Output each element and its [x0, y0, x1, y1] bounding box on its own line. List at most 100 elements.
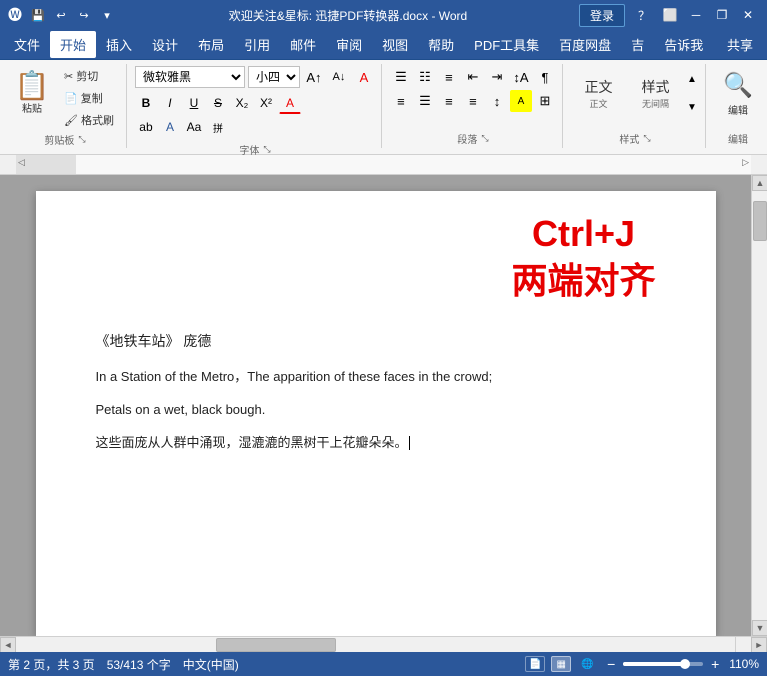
menu-pdf[interactable]: PDF工具集: [464, 31, 549, 58]
underline-button[interactable]: U: [183, 92, 205, 114]
redo-quick-btn[interactable]: ↪: [74, 5, 94, 25]
font-formatting-row: B I U S X₂ X² A ab A Aa 拼: [135, 92, 315, 138]
title-bar: 🅦 💾 ↩ ↪ ▾ 欢迎关注&星标: 迅捷PDF转换器.docx - Word …: [0, 0, 767, 30]
scroll-thumb[interactable]: [753, 201, 767, 241]
cut-button[interactable]: ✂ 剪切: [58, 66, 120, 86]
view-icon2[interactable]: ▦: [551, 656, 571, 672]
view-icon1[interactable]: 📄: [525, 656, 545, 672]
strikethrough-button[interactable]: S: [207, 92, 229, 114]
page-info[interactable]: 第 2 页，共 3 页: [8, 656, 95, 673]
sort-btn[interactable]: ↕A: [510, 66, 532, 88]
scroll-down-arrow[interactable]: ▼: [752, 620, 767, 636]
shortcut-annotation: Ctrl+J 两端对齐: [511, 211, 655, 305]
italic-button[interactable]: I: [159, 92, 181, 114]
line-spacing-btn[interactable]: ↕: [486, 90, 508, 112]
superscript-button[interactable]: X²: [255, 92, 277, 114]
save-quick-btn[interactable]: 💾: [28, 5, 48, 25]
format-painter-button[interactable]: 🖌 格式刷: [58, 110, 120, 130]
view-icon3[interactable]: 🌐: [577, 656, 597, 672]
language[interactable]: 中文(中国): [183, 656, 239, 673]
scroll-left-arrow[interactable]: ◄: [0, 637, 16, 653]
menu-baidu[interactable]: 百度网盘: [549, 31, 621, 58]
phonetic-btn[interactable]: 拼: [207, 116, 229, 138]
h-scroll-track[interactable]: [16, 637, 735, 652]
zoom-slider[interactable]: [623, 662, 703, 666]
scroll-right-arrow[interactable]: ►: [751, 637, 767, 653]
ribbon-toggle-btn[interactable]: ⬜: [659, 4, 681, 26]
highlight-color-btn[interactable]: ab: [135, 116, 157, 138]
borders-btn[interactable]: ⊞: [534, 90, 556, 112]
align-left-btn[interactable]: ≡: [390, 90, 412, 112]
justify-btn[interactable]: ≡: [462, 90, 484, 112]
bold-button[interactable]: B: [135, 92, 157, 114]
document-scroll-area[interactable]: Ctrl+J 两端对齐 《地铁车站》 庞德 In a Station of th…: [0, 175, 751, 636]
h-scroll-thumb[interactable]: [216, 638, 336, 652]
gallery-down-arrow[interactable]: ▼: [685, 94, 699, 120]
change-case-btn[interactable]: Aa: [183, 116, 205, 138]
increase-indent-btn[interactable]: ⇥: [486, 66, 508, 88]
menu-insert[interactable]: 插入: [96, 31, 142, 58]
menu-ji[interactable]: 吉: [621, 31, 654, 58]
decrease-font-btn[interactable]: A↓: [328, 66, 350, 88]
find-replace-btn[interactable]: 🔍 编辑: [714, 66, 762, 120]
ruler-right-indent[interactable]: ▷: [742, 157, 749, 168]
menu-review[interactable]: 审阅: [326, 31, 372, 58]
title-right: 登录 ？ ⬜ ─ ❐ ✕: [579, 4, 759, 27]
style-no-spacing[interactable]: 样式 无间隔: [628, 66, 683, 120]
menu-tellme[interactable]: 告诉我: [654, 31, 713, 58]
font-name-select[interactable]: 微软雅黑: [135, 66, 245, 88]
copy-label: 复制: [81, 90, 103, 106]
clear-format-btn[interactable]: A: [353, 66, 375, 88]
decrease-indent-btn[interactable]: ⇤: [462, 66, 484, 88]
clipboard-expand-icon[interactable]: ⤡: [78, 134, 85, 145]
align-center-btn[interactable]: ☰: [414, 90, 436, 112]
undo-quick-btn[interactable]: ↩: [51, 5, 71, 25]
format-painter-icon: 🖌: [64, 114, 78, 127]
cut-label: 剪切: [76, 68, 98, 84]
style-normal[interactable]: 正文 正文: [571, 66, 626, 120]
scroll-track[interactable]: [752, 191, 767, 620]
subscript-button[interactable]: X₂: [231, 92, 253, 114]
show-marks-btn[interactable]: ¶: [534, 66, 556, 88]
paste-button[interactable]: 📋 粘贴: [10, 66, 54, 120]
menu-layout[interactable]: 布局: [188, 31, 234, 58]
menu-help[interactable]: 帮助: [418, 31, 464, 58]
numbering-btn[interactable]: ☷: [414, 66, 436, 88]
menu-file[interactable]: 文件: [4, 31, 50, 58]
multilevel-list-btn[interactable]: ≡: [438, 66, 460, 88]
menu-mailings[interactable]: 邮件: [280, 31, 326, 58]
increase-font-btn[interactable]: A↑: [303, 66, 325, 88]
format-painter-label: 格式刷: [81, 112, 114, 128]
customize-quick-btn[interactable]: ▾: [97, 5, 117, 25]
ruler-left-indent[interactable]: ◁: [18, 157, 25, 168]
zoom-plus-btn[interactable]: +: [707, 656, 723, 672]
text-effect-btn[interactable]: A: [159, 116, 181, 138]
menu-design[interactable]: 设计: [142, 31, 188, 58]
menu-share[interactable]: 共享: [717, 31, 763, 58]
zoom-slider-thumb[interactable]: [680, 659, 690, 669]
zoom-level[interactable]: 110%: [729, 657, 759, 671]
menu-home[interactable]: 开始: [50, 31, 96, 58]
font-size-select[interactable]: 小四: [248, 66, 300, 88]
copy-button[interactable]: 📄 复制: [58, 88, 120, 108]
login-button[interactable]: 登录: [579, 4, 625, 27]
gallery-up-arrow[interactable]: ▲: [685, 66, 699, 92]
minimize-btn[interactable]: ─: [685, 4, 707, 26]
styles-expand-icon[interactable]: ⤡: [643, 133, 650, 144]
scroll-up-arrow[interactable]: ▲: [752, 175, 767, 191]
align-right-btn[interactable]: ≡: [438, 90, 460, 112]
shading-btn[interactable]: A: [510, 90, 532, 112]
menu-bar: 文件 开始 插入 设计 布局 引用 邮件 审阅 视图 帮助 PDF工具集 百度网…: [0, 30, 767, 60]
font-expand-icon[interactable]: ⤡: [263, 144, 270, 155]
paragraph-expand-icon[interactable]: ⤡: [481, 133, 488, 144]
style-no-spacing-label: 无间隔: [642, 97, 669, 110]
font-color-btn[interactable]: A: [279, 92, 301, 114]
menu-view[interactable]: 视图: [372, 31, 418, 58]
help-btn[interactable]: ？: [633, 4, 655, 26]
zoom-minus-btn[interactable]: −: [603, 656, 619, 672]
menu-references[interactable]: 引用: [234, 31, 280, 58]
bullets-btn[interactable]: ☰: [390, 66, 412, 88]
word-count[interactable]: 53/413 个字: [107, 656, 171, 673]
restore-btn[interactable]: ❐: [711, 4, 733, 26]
close-btn[interactable]: ✕: [737, 4, 759, 26]
